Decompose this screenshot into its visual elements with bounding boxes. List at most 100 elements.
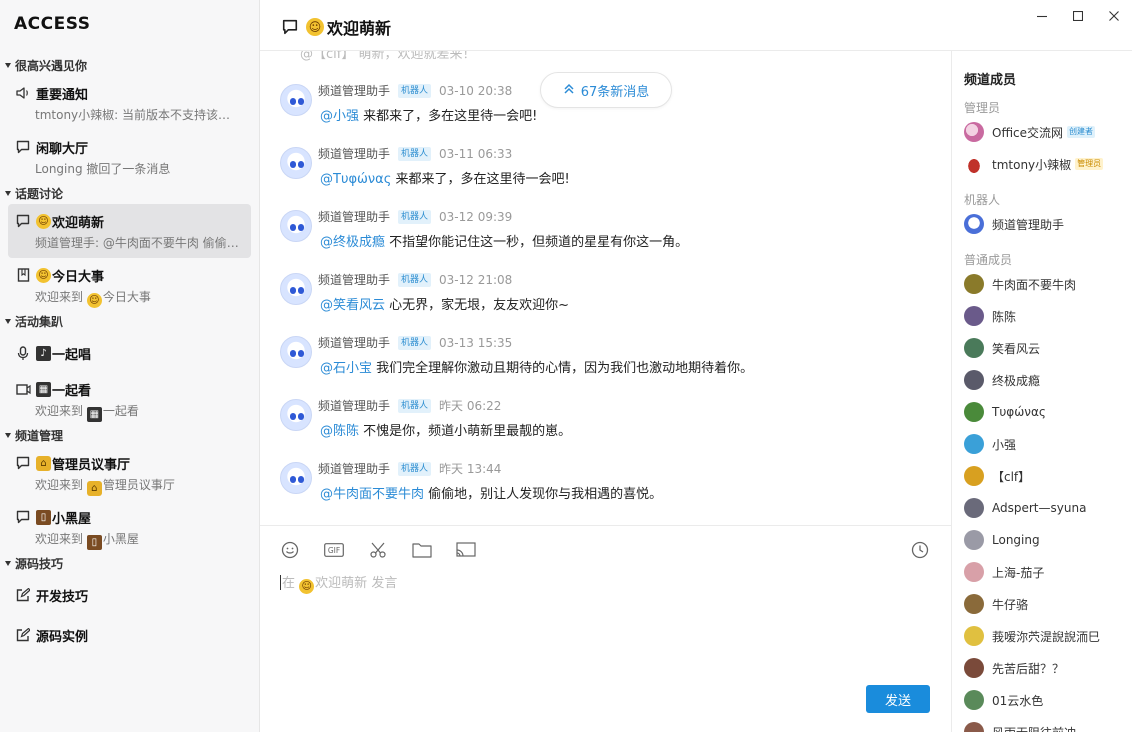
party-face-emoji-icon: ☺	[306, 18, 324, 36]
member-item[interactable]: Office交流网 创建者	[964, 121, 1096, 143]
bot-avatar[interactable]	[280, 84, 312, 116]
clapperboard-emoji-icon: ▦	[36, 381, 51, 397]
user-mention[interactable]: @终极成瘾	[320, 235, 385, 250]
user-mention[interactable]: @Τυφώνας	[320, 172, 391, 187]
svg-text:GIF: GIF	[328, 546, 340, 555]
member-panel-title: 频道成员	[964, 73, 1017, 88]
channel-item-admin-hall[interactable]: ⌂ 管理员议事厅 欢迎来到 ⌂ 管理员议事厅	[8, 446, 251, 500]
avatar	[964, 338, 984, 358]
channel-last-message: 欢迎来到 ▦ 一起看	[35, 404, 139, 422]
channel-name: 今日大事	[52, 269, 105, 285]
avatar	[964, 466, 984, 486]
member-item[interactable]: 陈陈	[964, 305, 1016, 327]
member-item[interactable]: 牛肉面不要牛肉	[964, 273, 1076, 295]
avatar	[964, 530, 984, 550]
sender-name[interactable]: 频道管理助手	[318, 460, 390, 477]
folder-button[interactable]	[411, 539, 433, 561]
member-item[interactable]: Longing	[964, 529, 1040, 551]
send-button[interactable]: 发送	[866, 685, 930, 713]
channel-item-watch-together[interactable]: ▦ 一起看 欢迎来到 ▦ 一起看	[8, 372, 251, 426]
bot-avatar[interactable]	[280, 462, 312, 494]
section-bots: 机器人	[964, 193, 1001, 207]
bot-avatar[interactable]	[280, 399, 312, 431]
member-item[interactable]: Adspert—syuna	[964, 497, 1086, 519]
bot-avatar[interactable]	[280, 336, 312, 368]
member-item[interactable]: 小强	[964, 433, 1016, 455]
sender-name[interactable]: 频道管理助手	[318, 208, 390, 225]
user-mention[interactable]: @石小宝	[320, 361, 372, 376]
group-header[interactable]: 活动集趴	[0, 312, 259, 332]
bot-avatar[interactable]	[280, 273, 312, 305]
collapse-caret-icon	[5, 191, 11, 196]
avatar	[964, 434, 984, 454]
scissors-screenshot-button[interactable]	[367, 539, 389, 561]
message-item: 频道管理助手 机器人 03-12 21:08 @笑看风云 心无界，家无垠，友友欢迎你…	[280, 271, 940, 333]
user-mention[interactable]: @陈陈	[320, 424, 359, 439]
party-face-emoji-icon: ☺	[36, 213, 51, 229]
channel-item-welcome[interactable]: ☺ 欢迎萌新 频道管理手: @牛肉面不要牛肉 偷偷地，别让人发现你与我相遇的喜悦…	[8, 204, 251, 258]
bot-avatar[interactable]	[280, 147, 312, 179]
user-mention[interactable]: @牛肉面不要牛肉	[320, 487, 424, 502]
lock-emoji-icon: ⌂	[36, 455, 51, 471]
close-button[interactable]	[1105, 7, 1123, 25]
channel-item-source-examples[interactable]: 源码实例	[8, 614, 251, 654]
member-item[interactable]: Τυφώνας	[964, 401, 1046, 423]
role-badge-owner: 创建者	[1067, 126, 1096, 138]
sender-name[interactable]: 频道管理助手	[318, 334, 390, 351]
member-item[interactable]: 莪嗳沵茓湜誽誽洏巳	[964, 625, 1100, 647]
message-input[interactable]: 在 ☺ 欢迎萌新 发言	[280, 572, 397, 594]
member-item[interactable]: 01云水色	[964, 689, 1043, 711]
member-item[interactable]: 先苦后甜？？	[964, 657, 1064, 679]
bot-avatar[interactable]	[280, 210, 312, 242]
history-clock-button[interactable]	[909, 539, 931, 561]
clapperboard-emoji-icon: ▦	[86, 407, 102, 422]
group-header[interactable]: 很高兴遇见你	[0, 56, 259, 76]
sender-name[interactable]: 频道管理助手	[318, 397, 390, 414]
door-emoji-icon: ▯	[36, 509, 51, 525]
sender-name[interactable]: 频道管理助手	[318, 145, 390, 162]
message-item: 频道管理助手 机器人 昨天 06:22 @陈陈 不愧是你，频道小萌新里最靓的崽。	[280, 397, 940, 459]
minimize-button[interactable]	[1033, 7, 1051, 25]
user-mention[interactable]: @小强	[320, 109, 359, 124]
member-item[interactable]: 终极成瘾	[964, 369, 1040, 391]
message-list[interactable]: @【clf】 萌新，欢迎就差来！ 频道管理助手 机器人 03-10 20:38 @小…	[260, 51, 951, 525]
collapse-caret-icon	[5, 561, 11, 566]
bot-badge: 机器人	[398, 83, 432, 98]
member-item[interactable]: 牛仔骆	[964, 593, 1028, 615]
channel-item-sing-together[interactable]: ♪ 一起唱	[8, 332, 251, 372]
group-header[interactable]: 源码技巧	[0, 554, 259, 574]
chat-bubble-icon	[15, 509, 31, 525]
member-panel[interactable]: 频道成员 管理员 Office交流网 创建者 tmtony小辣椒 管理员 机器人…	[951, 51, 1132, 732]
member-item[interactable]: 笑看风云	[964, 337, 1040, 359]
channel-item-dark-room[interactable]: ▯ 小黑屋 欢迎来到 ▯ 小黑屋	[8, 500, 251, 554]
new-messages-button[interactable]: 67条新消息	[540, 72, 672, 108]
user-mention[interactable]: @笑看风云	[320, 298, 385, 313]
channel-item-dev-tips[interactable]: 开发技巧	[8, 574, 251, 614]
message-item: 频道管理助手 机器人 昨天 13:44 @牛肉面不要牛肉 偷偷地，别让人发现你与我相…	[280, 460, 940, 522]
group-header[interactable]: 频道管理	[0, 426, 259, 446]
member-item[interactable]: 频道管理助手	[964, 213, 1064, 235]
message-text: 心无界，家无垠，友友欢迎你~	[385, 298, 570, 313]
microphone-icon	[15, 345, 31, 361]
sender-name[interactable]: 频道管理助手	[318, 82, 390, 99]
channel-item-today-news[interactable]: ☺ 今日大事 欢迎来到 ☺ 今日大事	[8, 258, 251, 312]
member-item[interactable]: tmtony小辣椒 管理员	[964, 153, 1104, 175]
maximize-button[interactable]	[1069, 7, 1087, 25]
member-item[interactable]: 上海-茄子	[964, 561, 1044, 583]
channel-last-message: 欢迎来到 ☺ 今日大事	[35, 290, 151, 308]
double-chevron-up-icon	[563, 83, 575, 98]
screen-share-button[interactable]	[455, 539, 477, 561]
sender-name[interactable]: 频道管理助手	[318, 271, 390, 288]
avatar	[964, 658, 984, 678]
message-time: 03-10 20:38	[439, 83, 513, 98]
bot-badge: 机器人	[398, 146, 432, 161]
channel-item-lobby[interactable]: 闲聊大厅 Longing 撤回了一条消息	[8, 130, 251, 184]
avatar	[964, 370, 984, 390]
emoji-button[interactable]	[279, 539, 301, 561]
member-item[interactable]: 【clf】	[964, 465, 1030, 487]
gif-button[interactable]: GIF	[323, 539, 345, 561]
channel-list[interactable]: 很高兴遇见你 重要通知 tmtony小辣椒: 当前版本不支持该消息类型，请使用最…	[0, 56, 259, 732]
member-item[interactable]: 风雨无阻往前冲	[964, 721, 1076, 732]
channel-item-notice[interactable]: 重要通知 tmtony小辣椒: 当前版本不支持该消息类型，请使用最新版本...	[8, 76, 251, 130]
group-header[interactable]: 话题讨论	[0, 184, 259, 204]
